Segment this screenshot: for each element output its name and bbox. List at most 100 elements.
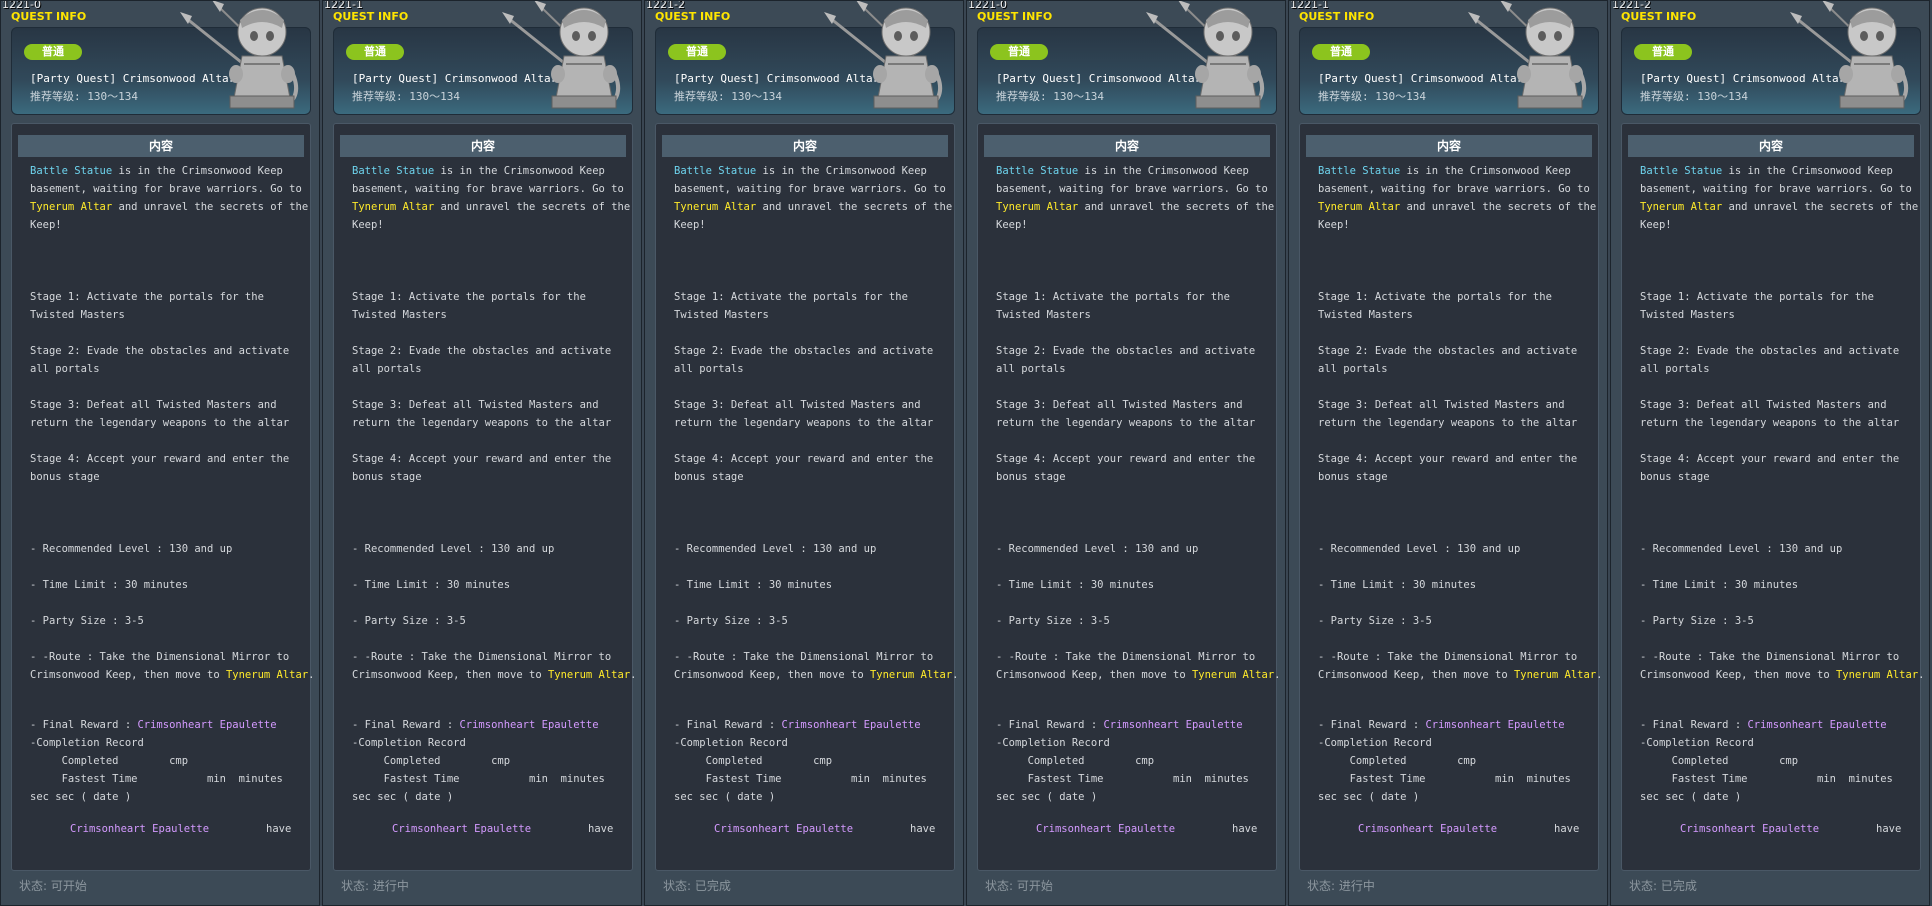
quest-info-panel: 1221-0 QUEST INFO 普通 [Party Quest] Crims… [0,0,320,906]
quest-header: 普通 [Party Quest] Crimsonwood Altar 推荐等级:… [333,1,633,115]
recommended-level-info: - Recommended Level : 130 and up [1640,543,1843,555]
quest-header: 普通 [Party Quest] Crimsonwood Altar 推荐等级:… [11,1,311,115]
content-header: 内容 [340,135,626,157]
stage-1-line-2: Twisted Masters [352,309,447,321]
stage-4-line-2: bonus stage [1640,471,1710,483]
recommended-level: 推荐等级: 130～134 [674,90,782,103]
stage-1-line-1: Stage 1: Activate the portals for the [674,291,908,303]
quest-info-label: QUEST INFO [977,10,1053,23]
time-limit-info: - Time Limit : 30 minutes [1640,579,1799,591]
epaulette-label: Crimsonheart Epaulette [1036,823,1176,835]
stage-4-line-2: bonus stage [352,471,422,483]
battle-statue-icon [1146,1,1264,109]
reward-item-link: Crimsonheart Epaulette [781,719,921,731]
tynerum-altar-link: Tynerum Altar [674,201,757,213]
stage-1-line-2: Twisted Masters [30,309,125,321]
fastest-time: Fastest Time min minutes [1318,773,1571,785]
stage-4-line-1: Stage 4: Accept your reward and enter th… [30,453,290,465]
difficulty-badge: 普通 [346,44,404,60]
epaulette-label: Crimsonheart Epaulette [714,823,854,835]
intro-line-1: Battle Statue is in the Crimsonwood Keep [996,165,1249,177]
stage-3-line-1: Stage 3: Defeat all Twisted Masters and [996,399,1243,411]
intro-line-2: basement, waiting for brave warriors. Go… [996,183,1268,195]
stage-2-line-1: Stage 2: Evade the obstacles and activat… [996,345,1256,357]
tynerum-altar-link: Tynerum Altar [1640,201,1723,213]
quest-content: 内容 Battle Statue is in the Crimsonwood K… [11,123,314,871]
stage-2-line-2: all portals [30,363,100,375]
intro-line-3: Tynerum Altar and unravel the secrets of… [352,201,631,213]
stage-4-line-2: bonus stage [996,471,1066,483]
final-reward-line: - Final Reward : Crimsonheart Epaulette [30,719,277,731]
quest-status: 状态: 可开始 [985,879,1053,893]
stage-3-line-1: Stage 3: Defeat all Twisted Masters and [352,399,599,411]
content-header: 内容 [662,135,948,157]
completed-count: Completed cmp [1318,755,1477,767]
intro-line-2: basement, waiting for brave warriors. Go… [674,183,946,195]
stage-1-line-1: Stage 1: Activate the portals for the [1640,291,1874,303]
quest-info-panel: 1221-1 QUEST INFO 普通 [Party Quest] Crims… [1288,0,1608,906]
stage-3-line-1: Stage 3: Defeat all Twisted Masters and [1318,399,1565,411]
have-label: have [1876,823,1902,835]
final-reward-line: - Final Reward : Crimsonheart Epaulette [1640,719,1887,731]
stage-2-line-2: all portals [1640,363,1710,375]
stage-2-line-1: Stage 2: Evade the obstacles and activat… [1640,345,1900,357]
have-label: have [910,823,936,835]
quest-content: 内容 Battle Statue is in the Crimsonwood K… [333,123,636,871]
stage-1-line-1: Stage 1: Activate the portals for the [352,291,586,303]
stage-4-line-2: bonus stage [674,471,744,483]
difficulty-badge: 普通 [1634,44,1692,60]
completion-record: -Completion Record [352,737,466,749]
battle-statue-link: Battle Statue [674,165,757,177]
recommended-level: 推荐等级: 130～134 [352,90,460,103]
have-label: have [1554,823,1580,835]
intro-line-1: Battle Statue is in the Crimsonwood Keep [352,165,605,177]
recommended-level: 推荐等级: 130～134 [1640,90,1748,103]
intro-line-3: Tynerum Altar and unravel the secrets of… [996,201,1275,213]
stage-2-line-1: Stage 2: Evade the obstacles and activat… [1318,345,1578,357]
epaulette-label: Crimsonheart Epaulette [392,823,532,835]
quest-info-panel: 1221-0 QUEST INFO 普通 [Party Quest] Crims… [966,0,1286,906]
stage-2-line-2: all portals [996,363,1066,375]
difficulty-badge: 普通 [1312,44,1370,60]
intro-line-1: Battle Statue is in the Crimsonwood Keep [1318,165,1571,177]
stage-1-line-1: Stage 1: Activate the portals for the [30,291,264,303]
intro-line-1: Battle Statue is in the Crimsonwood Keep [1640,165,1893,177]
reward-item-link: Crimsonheart Epaulette [459,719,599,731]
stage-3-line-2: return the legendary weapons to the alta… [1318,417,1578,429]
recommended-level: 推荐等级: 130～134 [1318,90,1426,103]
intro-line-2: basement, waiting for brave warriors. Go… [1318,183,1590,195]
content-header: 内容 [984,135,1270,157]
intro-line-2: basement, waiting for brave warriors. Go… [352,183,624,195]
tynerum-altar-link: Tynerum Altar [1318,201,1401,213]
stage-3-line-2: return the legendary weapons to the alta… [1640,417,1900,429]
route-line-1: - -Route : Take the Dimensional Mirror t… [1640,651,1900,663]
battle-statue-link: Battle Statue [1640,165,1723,177]
time-limit-info: - Time Limit : 30 minutes [996,579,1155,591]
party-size-info: - Party Size : 3-5 [674,615,788,627]
quest-info-label: QUEST INFO [333,10,409,23]
tynerum-altar-link: Tynerum Altar [996,201,1079,213]
quest-status: 状态: 已完成 [1629,879,1697,893]
intro-line-4: Keep! [1318,219,1350,231]
final-reward-line: - Final Reward : Crimsonheart Epaulette [996,719,1243,731]
fastest-time-sec: sec sec ( date ) [1318,791,1420,803]
intro-line-2: basement, waiting for brave warriors. Go… [1640,183,1912,195]
battle-statue-icon [1790,1,1908,109]
stage-2-line-1: Stage 2: Evade the obstacles and activat… [352,345,612,357]
quest-header: 普通 [Party Quest] Crimsonwood Altar 推荐等级:… [1621,1,1921,115]
reward-item-link: Crimsonheart Epaulette [1103,719,1243,731]
route-line-2: Crimsonwood Keep, then move to Tynerum A… [674,669,959,681]
difficulty-badge: 普通 [24,44,82,60]
quest-content: 内容 Battle Statue is in the Crimsonwood K… [1621,123,1924,871]
recommended-level-info: - Recommended Level : 130 and up [352,543,555,555]
final-reward-line: - Final Reward : Crimsonheart Epaulette [1318,719,1565,731]
stage-3-line-1: Stage 3: Defeat all Twisted Masters and [30,399,277,411]
completed-count: Completed cmp [352,755,511,767]
quest-status: 状态: 进行中 [341,879,409,893]
stage-4-line-2: bonus stage [30,471,100,483]
intro-line-1: Battle Statue is in the Crimsonwood Keep [674,165,927,177]
content-header: 内容 [1628,135,1914,157]
difficulty-badge: 普通 [990,44,1048,60]
intro-line-1: Battle Statue is in the Crimsonwood Keep [30,165,283,177]
stage-1-line-2: Twisted Masters [674,309,769,321]
